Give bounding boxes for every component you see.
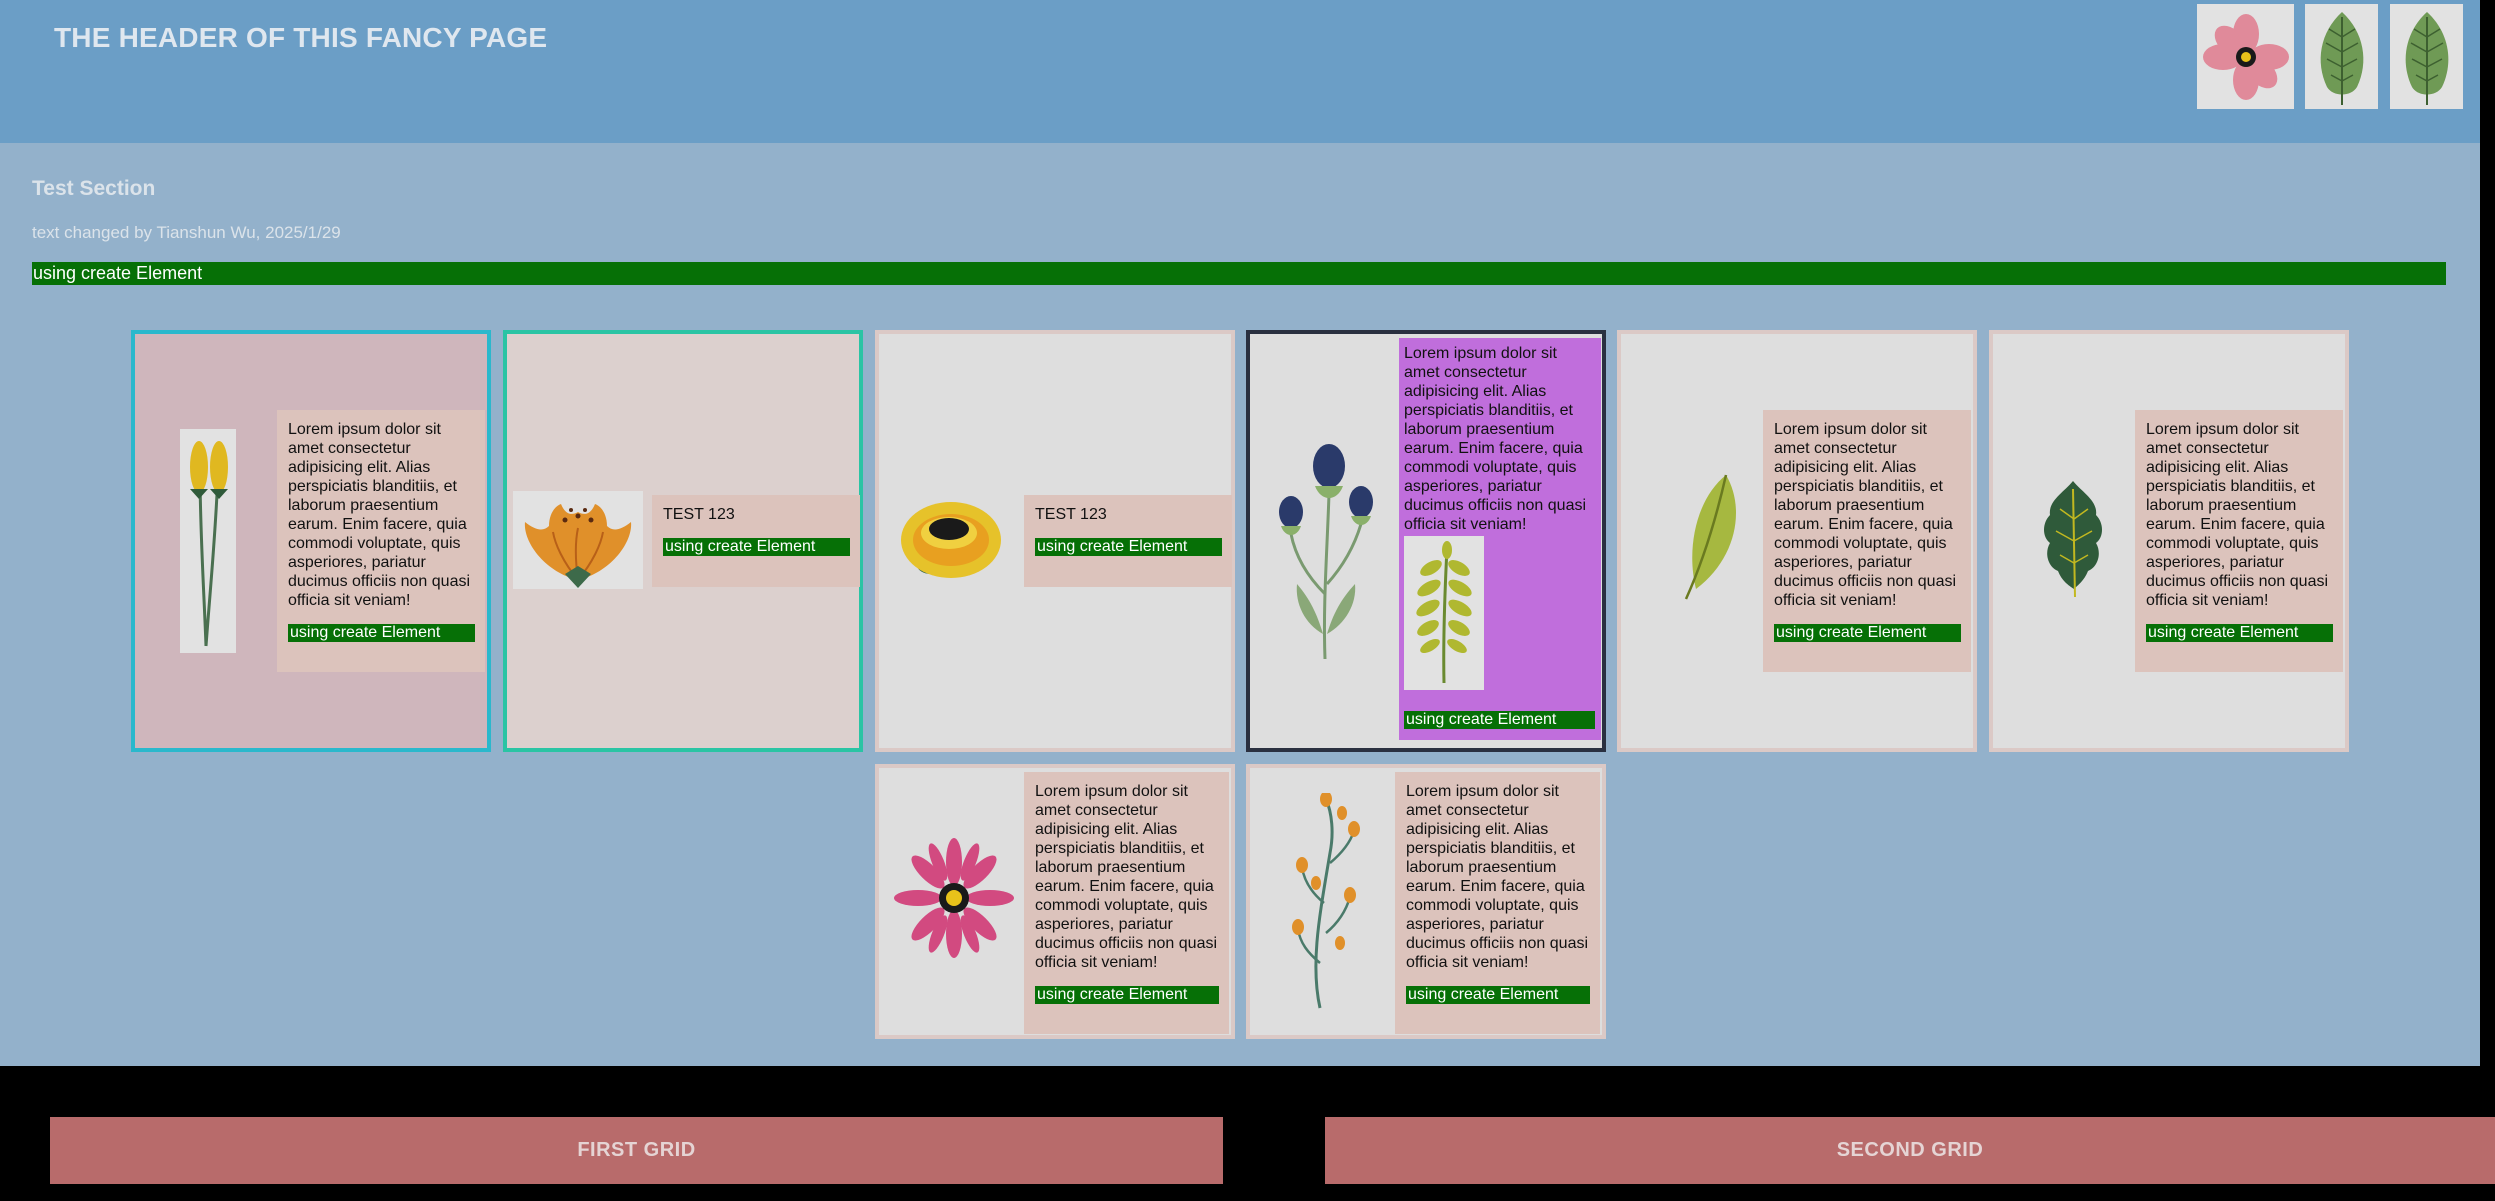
card: TEST 123 using create Element	[503, 330, 863, 752]
card-text: TEST 123	[663, 506, 735, 523]
yellow-tulips-image	[180, 429, 236, 653]
berry-branch-image	[1270, 788, 1380, 1018]
pink-flower-image	[2197, 4, 2294, 109]
create-element-label: using create Element	[2146, 624, 2333, 642]
card: Lorem ipsum dolor sit amet consectetur a…	[1246, 330, 1606, 752]
card-text-block: Lorem ipsum dolor sit amet consectetur a…	[1395, 772, 1600, 1034]
card-text: Lorem ipsum dolor sit amet consectetur a…	[1035, 783, 1218, 971]
create-element-label: using create Element	[1035, 986, 1219, 1004]
card: Lorem ipsum dolor sit amet consectetur a…	[131, 330, 491, 752]
second-grid-button[interactable]: SECOND GRID	[1325, 1117, 2495, 1184]
card-text-block-highlighted: Lorem ipsum dolor sit amet consectetur a…	[1399, 338, 1601, 740]
page-title: THE HEADER OF THIS FANCY PAGE	[54, 22, 548, 53]
card-text: Lorem ipsum dolor sit amet consectetur a…	[1406, 783, 1589, 971]
card-text: Lorem ipsum dolor sit amet consectetur a…	[1404, 345, 1587, 533]
create-element-label: using create Element	[1774, 624, 1961, 642]
dark-leaf-image	[2023, 474, 2123, 604]
card-text-block: Lorem ipsum dolor sit amet consectetur a…	[1763, 410, 1971, 672]
card-text: Lorem ipsum dolor sit amet consectetur a…	[2146, 421, 2329, 609]
create-element-label: using create Element	[663, 538, 850, 556]
card-text: Lorem ipsum dolor sit amet consectetur a…	[288, 421, 471, 609]
pink-daisy-image	[889, 828, 1019, 968]
green-leaf-image	[1651, 464, 1751, 614]
card: Lorem ipsum dolor sit amet consectetur a…	[1617, 330, 1977, 752]
create-element-label: using create Element	[1404, 711, 1595, 729]
card-text-block: TEST 123 using create Element	[1024, 495, 1232, 587]
green-leaf-image	[2390, 4, 2463, 109]
create-element-bar: using create Element	[32, 262, 2446, 285]
fern-leaf-image	[1404, 536, 1484, 690]
card: Lorem ipsum dolor sit amet consectetur a…	[875, 764, 1235, 1039]
card-text: Lorem ipsum dolor sit amet consectetur a…	[1774, 421, 1957, 609]
green-leaf-image	[2305, 4, 2378, 109]
section-title: Test Section	[32, 177, 156, 200]
create-element-label: using create Element	[288, 624, 475, 642]
yellow-flower-image	[889, 484, 1019, 596]
first-grid-button[interactable]: FIRST GRID	[50, 1117, 1223, 1184]
card: Lorem ipsum dolor sit amet consectetur a…	[1246, 764, 1606, 1039]
thistle-image	[1260, 434, 1390, 664]
card-text-block: Lorem ipsum dolor sit amet consectetur a…	[1024, 772, 1229, 1034]
create-element-label: using create Element	[1406, 986, 1590, 1004]
section-subtitle: text changed by Tianshun Wu, 2025/1/29	[32, 223, 341, 242]
orange-flower-image	[513, 491, 643, 589]
card-text-block: TEST 123 using create Element	[652, 495, 860, 587]
card: TEST 123 using create Element	[875, 330, 1235, 752]
card-text: TEST 123	[1035, 506, 1107, 523]
create-element-label: using create Element	[1035, 538, 1222, 556]
card-text-block: Lorem ipsum dolor sit amet consectetur a…	[2135, 410, 2343, 672]
card: Lorem ipsum dolor sit amet consectetur a…	[1989, 330, 2349, 752]
page-header: THE HEADER OF THIS FANCY PAGE	[0, 0, 2480, 143]
card-text-block: Lorem ipsum dolor sit amet consectetur a…	[277, 410, 485, 672]
